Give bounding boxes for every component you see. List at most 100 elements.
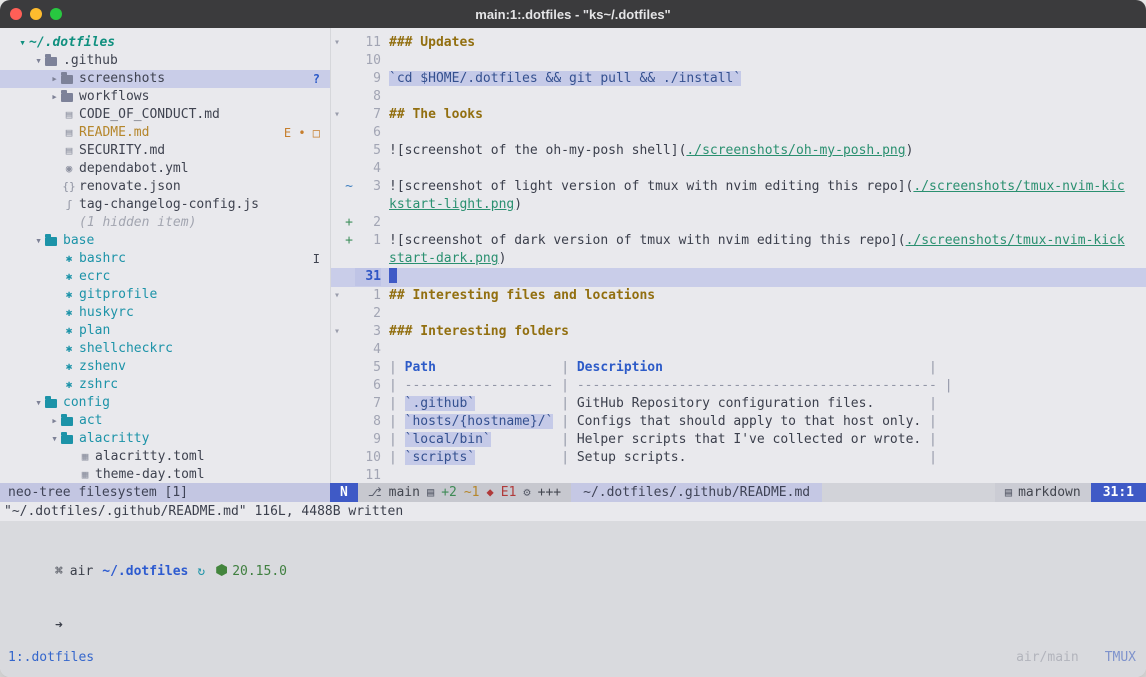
tree-item-label: config: [63, 394, 110, 412]
tree-item-label: gitprofile: [79, 286, 157, 304]
chevron-right-icon[interactable]: ▸: [48, 88, 61, 106]
tree-item-label: zshrc: [79, 376, 118, 394]
fold-open-icon[interactable]: ▾: [331, 106, 343, 124]
shell-prompt: ⌘air~/.dotfiles↻20.15.0: [8, 545, 1146, 599]
editor-line[interactable]: ▾11### Updates: [331, 34, 1146, 52]
fold-open-icon[interactable]: ▾: [331, 287, 343, 305]
markdown-link[interactable]: ./screenshots/oh-my-posh.png: [686, 143, 905, 158]
editor-line[interactable]: 4: [331, 160, 1146, 178]
tree-file-theme-day-toml[interactable]: ▦theme-day.toml: [0, 466, 330, 483]
chevron-down-icon[interactable]: ▾: [16, 34, 29, 52]
tree-file-alacritty-toml[interactable]: ▦alacritty.toml: [0, 448, 330, 466]
tree-file-code-of-conduct-md[interactable]: ▤CODE_OF_CONDUCT.md: [0, 106, 330, 124]
json-file-icon: {}: [61, 178, 77, 196]
chevron-down-icon[interactable]: ▾: [32, 394, 45, 412]
editor-line[interactable]: 6: [331, 124, 1146, 142]
tree-folder-alacritty[interactable]: ▾alacritty: [0, 430, 330, 448]
text-segment: |: [475, 396, 577, 411]
text-segment: | ------------------- | ----------------…: [389, 378, 953, 393]
text-segment: ): [906, 143, 914, 158]
tree-folder-github[interactable]: ▾.github: [0, 52, 330, 70]
editor-line[interactable]: ~3![screenshot of light version of tmux …: [331, 178, 1146, 214]
line-text: | ------------------- | ----------------…: [389, 377, 1128, 395]
editor-line[interactable]: ▾7## The looks: [331, 106, 1146, 124]
editor-line[interactable]: 31: [331, 268, 1146, 287]
editor-panel[interactable]: ▾11### Updates109`cd $HOME/.dotfiles && …: [330, 28, 1146, 483]
titlebar: main:1:.dotfiles - "ks~/.dotfiles": [0, 0, 1146, 28]
tree-file-huskyrc[interactable]: ✱huskyrc: [0, 304, 330, 322]
md-file-icon: ▤: [61, 142, 77, 160]
tmux-pane-shell[interactable]: ⌘air~/.dotfiles↻20.15.0 ➜: [0, 521, 1146, 645]
tree-file-renovate-json[interactable]: {}renovate.json: [0, 178, 330, 196]
editor-line[interactable]: +1![screenshot of dark version of tmux w…: [331, 232, 1146, 268]
prompt-host: air: [70, 564, 93, 579]
text-segment: |: [475, 450, 577, 465]
inline-code: `local/bin`: [405, 432, 491, 447]
editor-line[interactable]: 2: [331, 305, 1146, 323]
line-number: 1: [355, 287, 381, 305]
tree-item-label: (1 hidden item): [79, 214, 196, 232]
tree-file-bashrc[interactable]: ✱bashrcI: [0, 250, 330, 268]
inline-code: `hosts/{hostname}/`: [405, 414, 554, 429]
chevron-down-icon[interactable]: ▾: [32, 52, 45, 70]
editor-line[interactable]: 10: [331, 52, 1146, 70]
fold-open-icon[interactable]: ▾: [331, 323, 343, 341]
editor-line[interactable]: 6| ------------------- | ---------------…: [331, 377, 1146, 395]
tree-file-plan[interactable]: ✱plan: [0, 322, 330, 340]
chevron-down-icon[interactable]: ▾: [32, 232, 45, 250]
line-number: 1: [355, 232, 381, 250]
tree-folder-base[interactable]: ▾base: [0, 232, 330, 250]
tree-item-label: README.md: [79, 124, 149, 142]
tree-folder-workflows[interactable]: ▸workflows: [0, 88, 330, 106]
line-text: ## Interesting files and locations: [389, 287, 1128, 305]
editor-line[interactable]: 4: [331, 341, 1146, 359]
editor-line[interactable]: 10| `scripts` | Setup scripts. |: [331, 449, 1146, 467]
tree-file-dependabot-yml[interactable]: ◉dependabot.yml: [0, 160, 330, 178]
tree-file-zshrc[interactable]: ✱zshrc: [0, 376, 330, 394]
chevron-right-icon[interactable]: ▸: [48, 70, 61, 88]
tmux-pane-nvim: ▾~/.dotfiles▾.github▸screenshots?▸workfl…: [0, 28, 1146, 483]
editor-line[interactable]: ▾3### Interesting folders: [331, 323, 1146, 341]
tree-folder-dotfiles[interactable]: ▾~/.dotfiles: [0, 34, 330, 52]
editor-line[interactable]: 5| Path | Description |: [331, 359, 1146, 377]
tmux-statusbar: 1:.dotfiles air/main TMUX: [0, 645, 1146, 677]
editor-line[interactable]: +2: [331, 214, 1146, 232]
tree-item-badge: ?: [313, 70, 320, 88]
tree-file-tag-changelog-config-js[interactable]: ʃtag-changelog-config.js: [0, 196, 330, 214]
tree-item-label: ecrc: [79, 268, 110, 286]
text-segment: |: [663, 360, 937, 375]
text-segment: |: [874, 396, 937, 411]
editor-line[interactable]: 8: [331, 88, 1146, 106]
editor-line[interactable]: 7| `.github` | GitHub Repository configu…: [331, 395, 1146, 413]
chevron-down-icon[interactable]: ▾: [48, 430, 61, 448]
chevron-right-icon[interactable]: ▸: [48, 412, 61, 430]
fold-open-icon[interactable]: ▾: [331, 34, 343, 52]
editor-line[interactable]: 11: [331, 467, 1146, 483]
inline-code: `.github`: [405, 396, 475, 411]
editor-line[interactable]: 5![screenshot of the oh-my-posh shell](.…: [331, 142, 1146, 160]
tree-item-label: bashrc: [79, 250, 126, 268]
folder-icon: [61, 93, 73, 102]
editor-line[interactable]: 8| `hosts/{hostname}/` | Configs that sh…: [331, 413, 1146, 431]
tree-file-ecrc[interactable]: ✱ecrc: [0, 268, 330, 286]
tree-file-shellcheckrc[interactable]: ✱shellcheckrc: [0, 340, 330, 358]
statusline-fill: [822, 483, 995, 502]
editor-line[interactable]: ▾ 1 ## Interesting files and locations: [331, 287, 1146, 305]
tmux-window-name[interactable]: 1:.dotfiles: [8, 649, 94, 667]
line-text: | Path | Description |: [389, 359, 1128, 377]
tree-file-gitprofile[interactable]: ✱gitprofile: [0, 286, 330, 304]
tree-file-readme-md[interactable]: ▤README.mdE • □: [0, 124, 330, 142]
tree-folder-screenshots[interactable]: ▸screenshots?: [0, 70, 330, 88]
toml-file-icon: ▦: [77, 448, 93, 466]
tree-file-security-md[interactable]: ▤SECURITY.md: [0, 142, 330, 160]
text-segment: |: [389, 360, 405, 375]
editor-line[interactable]: 9`cd $HOME/.dotfiles && git pull && ./in…: [331, 70, 1146, 88]
tree-file-zshenv[interactable]: ✱zshenv: [0, 358, 330, 376]
tree-file-1-hidden-item[interactable]: (1 hidden item): [0, 214, 330, 232]
editor-line[interactable]: 9| `local/bin` | Helper scripts that I'v…: [331, 431, 1146, 449]
git-added-sign: +: [343, 232, 355, 250]
yml-file-icon: ◉: [61, 160, 77, 178]
line-number: 10: [355, 52, 381, 70]
tree-folder-config[interactable]: ▾ config: [0, 394, 330, 412]
tree-folder-act[interactable]: ▸act: [0, 412, 330, 430]
